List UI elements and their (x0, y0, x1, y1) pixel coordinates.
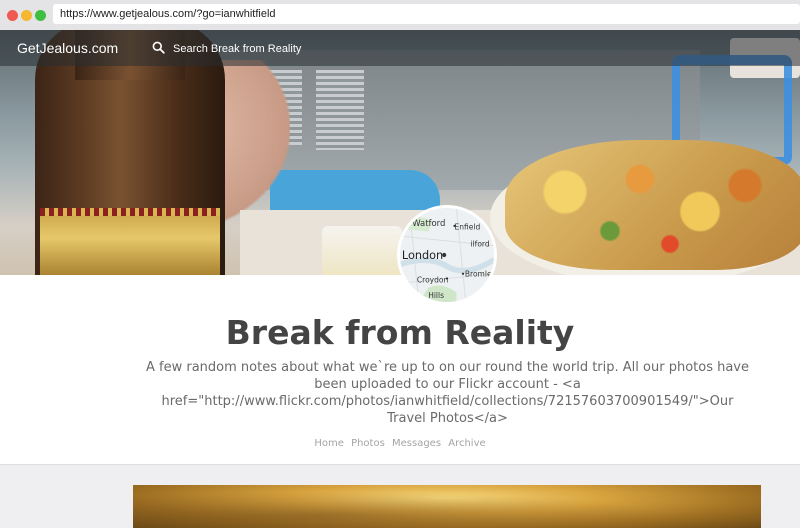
map-label: Hills (428, 291, 444, 300)
address-bar[interactable]: https://www.getjealous.com/?go=ianwhitfi… (53, 4, 800, 24)
map-label: ilford (471, 240, 490, 249)
map-label: Watford (412, 218, 445, 228)
search-box[interactable]: Search Break from Reality (152, 40, 301, 58)
blog-title: Break from Reality (225, 313, 575, 352)
close-window-button[interactable] (7, 10, 18, 21)
map-label: London (402, 249, 443, 262)
map-label: Enfield (455, 223, 481, 232)
search-icon (152, 41, 165, 57)
nav-messages-link[interactable]: Messages (392, 438, 441, 449)
site-logo-link[interactable]: GetJealous.com (17, 40, 118, 56)
map-label: Bromle (465, 270, 492, 279)
search-input[interactable]: Search Break from Reality (173, 43, 301, 55)
post-preview-image[interactable] (133, 485, 761, 528)
nav-archive-link[interactable]: Archive (448, 438, 485, 449)
avatar[interactable]: Watford Enfield ilford London Croydon Br… (397, 205, 497, 305)
map-thumbnail: Watford Enfield ilford London Croydon Br… (400, 208, 494, 302)
blog-nav: Home Photos Messages Archive (0, 438, 800, 449)
maximize-window-button[interactable] (35, 10, 46, 21)
blog-info-panel: Break from Reality A few random notes ab… (0, 275, 800, 465)
minimize-window-button[interactable] (21, 10, 32, 21)
nav-photos-link[interactable]: Photos (351, 438, 385, 449)
map-label: Croydon (417, 275, 449, 284)
browser-chrome: https://www.getjealous.com/?go=ianwhitfi… (0, 0, 800, 30)
nav-home-link[interactable]: Home (314, 438, 344, 449)
blog-description: A few random notes about what we`re up t… (146, 360, 749, 426)
